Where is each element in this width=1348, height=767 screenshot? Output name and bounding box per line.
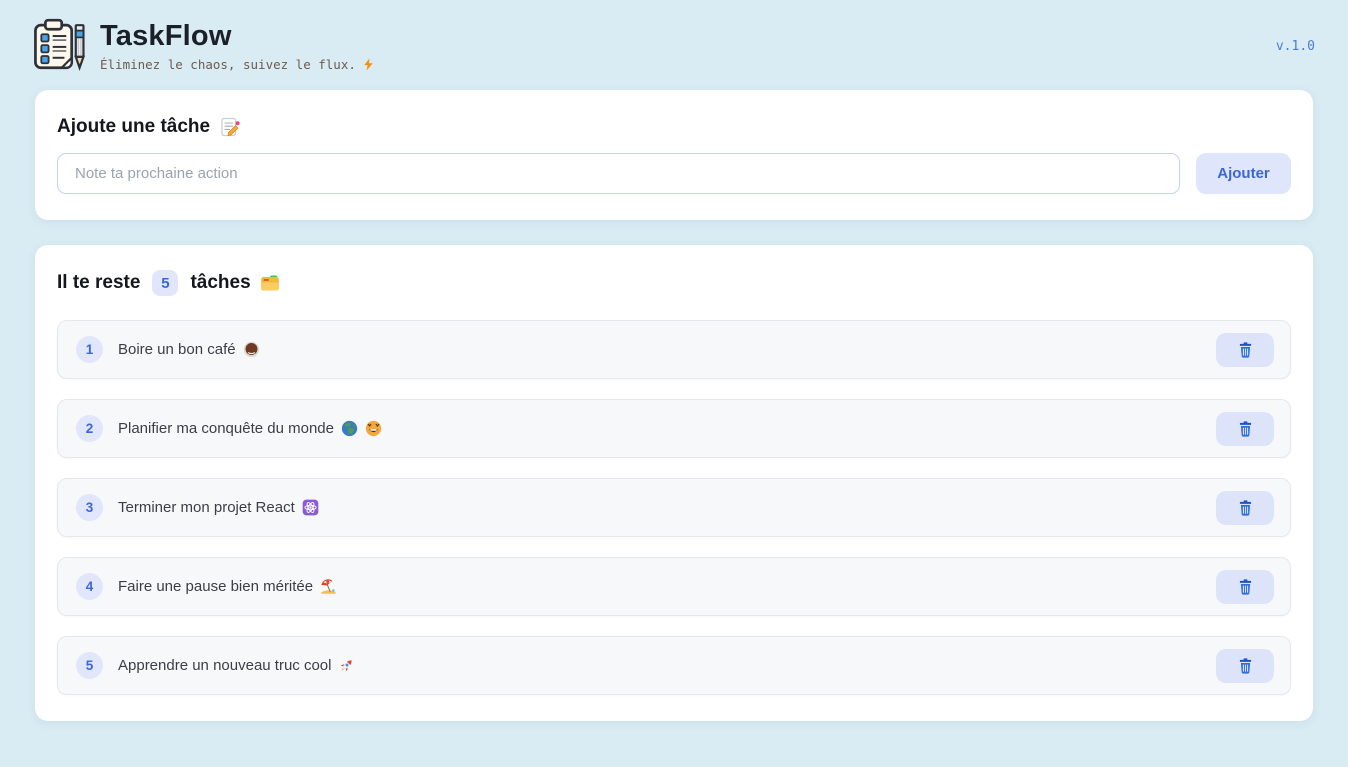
- task-list-heading-prefix: Il te reste: [57, 272, 140, 294]
- delete-task-button[interactable]: [1216, 412, 1274, 446]
- task-row: 4 Faire une pause bien méritée: [57, 557, 1291, 616]
- task-text: Terminer mon projet React: [118, 499, 295, 516]
- app-title: TaskFlow: [100, 20, 375, 53]
- app-header: TaskFlow Éliminez le chaos, suivez le fl…: [0, 0, 1348, 90]
- task-number-badge: 4: [76, 573, 103, 600]
- remaining-count-badge: 5: [152, 270, 178, 296]
- add-task-heading-text: Ajoute une tâche: [57, 116, 210, 138]
- delete-task-button[interactable]: [1216, 491, 1274, 525]
- task-list: 1 Boire un bon café: [57, 320, 1291, 695]
- task-list-card: Il te reste 5 tâches 1 Boire un bon café: [35, 245, 1313, 721]
- coffee-emoji-icon: [243, 341, 260, 358]
- task-number-badge: 3: [76, 494, 103, 521]
- task-list-heading: Il te reste 5 tâches: [57, 270, 1291, 296]
- task-text: Faire une pause bien méritée: [118, 578, 313, 595]
- lightning-bolt-icon: [362, 57, 375, 72]
- task-number-badge: 2: [76, 415, 103, 442]
- trash-icon: [1237, 578, 1254, 596]
- add-task-form: Ajouter: [57, 153, 1291, 194]
- trash-icon: [1237, 499, 1254, 517]
- task-text: Planifier ma conquête du monde: [118, 420, 334, 437]
- laughing-face-emoji-icon: [365, 420, 382, 437]
- add-task-card: Ajoute une tâche Ajouter: [35, 90, 1313, 220]
- task-row: 5 Apprendre un nouveau truc cool: [57, 636, 1291, 695]
- trash-icon: [1237, 341, 1254, 359]
- version-label: v.1.0: [1276, 39, 1315, 54]
- task-number-badge: 5: [76, 652, 103, 679]
- delete-task-button[interactable]: [1216, 333, 1274, 367]
- delete-task-button[interactable]: [1216, 649, 1274, 683]
- app-tagline: Éliminez le chaos, suivez le flux.: [100, 57, 375, 72]
- app-logo-clipboard-pencil-icon: [30, 17, 88, 75]
- task-text: Boire un bon café: [118, 341, 236, 358]
- trash-icon: [1237, 657, 1254, 675]
- task-text: Apprendre un nouveau truc cool: [118, 657, 331, 674]
- delete-task-button[interactable]: [1216, 570, 1274, 604]
- add-task-button[interactable]: Ajouter: [1196, 153, 1291, 194]
- globe-emoji-icon: [341, 420, 358, 437]
- task-list-heading-suffix: tâches: [190, 272, 250, 294]
- atom-emoji-icon: [302, 499, 319, 516]
- task-row: 1 Boire un bon café: [57, 320, 1291, 379]
- memo-emoji-icon: [219, 116, 241, 138]
- beach-umbrella-emoji-icon: [320, 578, 337, 595]
- card-index-emoji-icon: [259, 272, 281, 294]
- new-task-input[interactable]: [57, 153, 1180, 194]
- title-block: TaskFlow Éliminez le chaos, suivez le fl…: [100, 20, 375, 72]
- task-row: 2 Planifier ma conquête du monde: [57, 399, 1291, 458]
- task-number-badge: 1: [76, 336, 103, 363]
- add-task-heading: Ajoute une tâche: [57, 116, 1291, 138]
- tagline-text: Éliminez le chaos, suivez le flux.: [100, 57, 356, 72]
- task-row: 3 Terminer mon projet React: [57, 478, 1291, 537]
- rocket-emoji-icon: [338, 657, 355, 674]
- trash-icon: [1237, 420, 1254, 438]
